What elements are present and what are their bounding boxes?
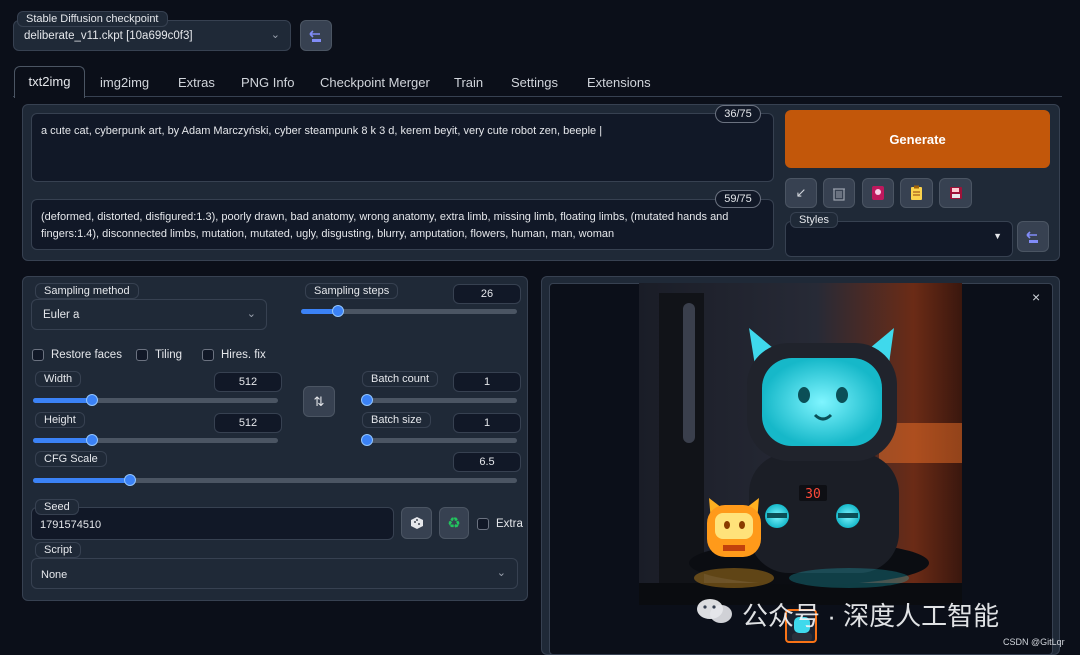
wechat-icon bbox=[696, 597, 734, 625]
art-icon bbox=[872, 186, 884, 200]
styles-label: Styles bbox=[790, 212, 838, 228]
tab-extensions[interactable]: Extensions bbox=[587, 70, 651, 96]
clear-prompt-button[interactable] bbox=[823, 178, 855, 208]
sampling-method-label: Sampling method bbox=[35, 283, 139, 299]
batch-size-slider[interactable] bbox=[361, 434, 517, 446]
negative-token-count: 59/75 bbox=[715, 190, 761, 208]
width-label: Width bbox=[35, 371, 82, 387]
refresh-checkpoint-icon bbox=[1026, 230, 1038, 243]
negative-prompt-text: (deformed, distorted, disfigured:1.3), p… bbox=[41, 211, 729, 240]
sampling-method-dropdown[interactable]: Euler a ⌄ bbox=[31, 299, 267, 330]
generated-image-art: 30 bbox=[639, 283, 962, 605]
tiling-checkbox[interactable] bbox=[136, 349, 148, 361]
dice-icon bbox=[410, 517, 423, 529]
recycle-icon: ♻ bbox=[447, 515, 461, 532]
batch-count-label: Batch count bbox=[362, 371, 439, 387]
sampling-steps-slider[interactable] bbox=[301, 305, 517, 317]
cfg-scale-label: CFG Scale bbox=[35, 451, 107, 467]
random-seed-button[interactable] bbox=[401, 507, 432, 539]
slider-thumb[interactable] bbox=[361, 434, 373, 446]
seed-input[interactable]: 1791574510 bbox=[31, 507, 394, 540]
seed-value: 1791574510 bbox=[40, 519, 102, 531]
chevron-down-icon: ⌄ bbox=[496, 567, 506, 579]
tab-extras[interactable]: Extras bbox=[178, 70, 215, 96]
generate-button[interactable]: Generate bbox=[785, 110, 1050, 168]
extra-seed-label: Extra bbox=[496, 518, 523, 530]
negative-prompt-input[interactable]: (deformed, distorted, disfigured:1.3), p… bbox=[31, 199, 774, 250]
slider-thumb[interactable] bbox=[361, 394, 373, 406]
apply-style-button[interactable] bbox=[900, 178, 933, 208]
restore-faces-checkbox[interactable] bbox=[32, 349, 44, 361]
script-dropdown[interactable]: None ⌄ bbox=[31, 558, 518, 589]
save-style-button[interactable] bbox=[939, 178, 972, 208]
slider-thumb[interactable] bbox=[123, 474, 136, 486]
slider-thumb[interactable] bbox=[85, 434, 98, 446]
prompt-input[interactable]: a cute cat, cyberpunk art, by Adam Marcz… bbox=[31, 113, 774, 182]
swap-dimensions-button[interactable]: ⇅ bbox=[303, 386, 335, 417]
cfg-scale-input[interactable]: 6.5 bbox=[453, 452, 521, 472]
height-label: Height bbox=[35, 412, 85, 428]
arrow-icon: ↙ bbox=[795, 185, 807, 200]
batch-size-input[interactable]: 1 bbox=[453, 413, 521, 433]
script-label: Script bbox=[35, 542, 82, 558]
prompt-token-count: 36/75 bbox=[715, 105, 761, 123]
sampling-method-value: Euler a bbox=[43, 309, 80, 321]
credit-text: CSDN @GitLqr bbox=[1003, 637, 1065, 647]
reuse-seed-button[interactable]: ♻ bbox=[439, 507, 469, 539]
extra-networks-button[interactable] bbox=[862, 178, 894, 208]
robot-display-text: 30 bbox=[805, 487, 821, 502]
batch-count-slider[interactable] bbox=[361, 394, 517, 406]
batch-size-label: Batch size bbox=[362, 412, 431, 428]
tab-train[interactable]: Train bbox=[454, 70, 483, 96]
read-params-button[interactable]: ↙ bbox=[785, 178, 817, 208]
refresh-checkpoint-icon bbox=[309, 29, 321, 42]
width-slider[interactable] bbox=[33, 394, 278, 406]
tab-bar-line bbox=[13, 96, 1062, 97]
generate-label: Generate bbox=[889, 131, 946, 147]
sampling-steps-input[interactable]: 26 bbox=[453, 284, 521, 304]
chevron-down-icon: ⌄ bbox=[270, 29, 280, 41]
chevron-down-icon: ⌄ bbox=[246, 308, 256, 320]
refresh-checkpoint-button[interactable] bbox=[300, 20, 332, 51]
height-slider[interactable] bbox=[33, 434, 278, 446]
tab-settings[interactable]: Settings bbox=[511, 70, 558, 96]
cfg-scale-slider[interactable] bbox=[33, 474, 517, 486]
script-value: None bbox=[41, 569, 68, 581]
seed-label: Seed bbox=[35, 499, 79, 515]
width-input[interactable]: 512 bbox=[214, 372, 282, 392]
tab-img2img[interactable]: img2img bbox=[100, 70, 149, 96]
sampling-steps-label: Sampling steps bbox=[305, 283, 399, 299]
tab-checkpoint-merger[interactable]: Checkpoint Merger bbox=[320, 70, 430, 96]
hires-fix-checkbox[interactable] bbox=[202, 349, 214, 361]
thumbnail-preview-body bbox=[792, 633, 812, 641]
tab-txt2img[interactable]: txt2img bbox=[14, 66, 85, 98]
extra-seed-checkbox[interactable] bbox=[477, 518, 489, 530]
batch-count-input[interactable]: 1 bbox=[453, 372, 521, 392]
generated-image[interactable]: 30 bbox=[639, 283, 962, 605]
prompt-text: a cute cat, cyberpunk art, by Adam Marcz… bbox=[41, 125, 603, 137]
trash-icon bbox=[833, 187, 845, 201]
checkpoint-label: Stable Diffusion checkpoint bbox=[17, 11, 168, 27]
save-icon bbox=[949, 187, 962, 199]
chevron-down-icon: ▼ bbox=[993, 231, 1002, 241]
clipboard-icon bbox=[911, 185, 922, 200]
swap-icon: ⇅ bbox=[313, 393, 325, 409]
tiling-label: Tiling bbox=[155, 349, 183, 361]
watermark-text: 公众号 · 深度人工智能 bbox=[742, 601, 1000, 631]
hires-fix-label: Hires. fix bbox=[221, 349, 266, 361]
restore-faces-label: Restore faces bbox=[51, 349, 122, 361]
refresh-styles-button[interactable] bbox=[1017, 221, 1049, 252]
slider-thumb[interactable] bbox=[85, 394, 98, 406]
checkpoint-value: deliberate_v11.ckpt [10a699c0f3] bbox=[24, 30, 193, 42]
tab-png-info[interactable]: PNG Info bbox=[241, 70, 294, 96]
height-input[interactable]: 512 bbox=[214, 413, 282, 433]
slider-thumb[interactable] bbox=[331, 305, 344, 317]
close-icon[interactable]: × bbox=[1032, 289, 1040, 305]
